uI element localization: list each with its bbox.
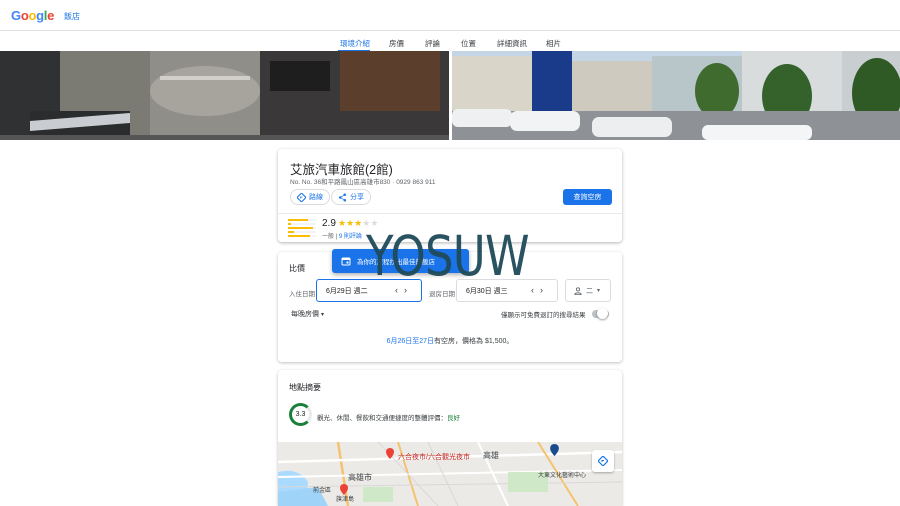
calendar-icon xyxy=(341,257,351,266)
map-label: 前金區 xyxy=(313,488,332,494)
map-label: 旗津島 xyxy=(336,497,355,503)
share-button[interactable]: 分享 xyxy=(331,189,371,205)
location-score-text: 觀光、休閒、餐飲和交通便捷度的整體評價：良好 xyxy=(317,412,460,422)
star-icon: ★ xyxy=(346,218,355,228)
map-label: 大東文化藝術中心 xyxy=(538,473,587,479)
nightly-label: 每晚房價 xyxy=(291,311,319,318)
tab-photos[interactable]: 相片 xyxy=(546,38,561,49)
hotel-pin-icon[interactable] xyxy=(550,444,559,456)
map-label: 高雄 xyxy=(483,451,499,460)
rating-histogram xyxy=(288,219,316,239)
checkin-label: 入住日期 xyxy=(289,291,315,298)
availability-range-link[interactable]: 6月26日至27日 xyxy=(387,338,434,345)
map-pin-icon[interactable] xyxy=(386,448,394,459)
location-score: 3.3 xyxy=(295,411,306,418)
location-score-verdict: 良好 xyxy=(447,415,460,422)
share-label: 分享 xyxy=(350,194,364,201)
top-bar: Google 飯店 xyxy=(0,0,900,30)
directions-button[interactable]: 路線 xyxy=(290,189,330,205)
guests-value: 二 xyxy=(586,287,593,295)
street-photo-image xyxy=(452,51,900,140)
directions-icon xyxy=(598,456,608,466)
rating-value: 2.9 xyxy=(322,218,336,229)
check-availability-button[interactable]: 查詢空房 xyxy=(563,189,612,205)
guests-selector[interactable]: 二 ▾ xyxy=(565,279,611,302)
toggle-knob xyxy=(597,308,608,319)
checkin-date-value: 6月29日 週二 xyxy=(326,287,368,295)
directions-icon xyxy=(297,192,306,202)
free-cancel-label: 僅顯示可免費退訂的搜尋結果 xyxy=(501,312,586,319)
logo-letter: e xyxy=(47,8,55,23)
logo-letter: o xyxy=(28,8,37,23)
availability-text: 有空房，價格為 $1,500。 xyxy=(434,338,514,345)
divider xyxy=(278,213,622,214)
hotel-address: No. No. 36和平路鳳山區高雄市830 · 0929 863 911 xyxy=(290,179,436,186)
tab-overview[interactable]: 環境介紹 xyxy=(340,38,370,49)
star-icon: ★ xyxy=(338,218,347,228)
watermark-text: YOSUW xyxy=(366,224,530,288)
reviews-link[interactable]: 9 則評論 xyxy=(339,234,362,240)
logo-letter: G xyxy=(11,8,21,23)
chevron-down-icon: ▾ xyxy=(320,312,324,318)
location-score-ring: 3.3 xyxy=(289,403,312,426)
rating-summary: 一般 | 9 則評論 xyxy=(322,234,362,240)
map-preview[interactable]: 六合夜市/六合觀光夜市 高雄 高雄市 大東文化藝術中心 旗津島 前金區 xyxy=(278,442,622,506)
map-directions-button[interactable] xyxy=(592,450,614,472)
map-label: 六合夜市/六合觀光夜市 xyxy=(398,454,470,461)
person-icon xyxy=(574,286,582,295)
nightly-price-dropdown[interactable]: 每晚房價 ▾ xyxy=(291,309,324,319)
checkout-label: 退房日期 xyxy=(429,291,455,298)
tab-bar: 環境介紹 房價 評論 位置 詳細資訊 相片 xyxy=(0,30,900,52)
rating-histogram-bar xyxy=(288,231,316,233)
directions-label: 路線 xyxy=(309,194,323,201)
logo-letter: g xyxy=(36,8,44,23)
price-section-title: 比價 xyxy=(289,264,305,273)
rating-category: 一般 xyxy=(322,234,335,240)
location-summary-card: 地點摘要 3.3 觀光、休閒、餐飲和交通便捷度的整體評價：良好 六合夜市/六合觀… xyxy=(278,370,622,506)
tab-details[interactable]: 詳細資訊 xyxy=(497,38,527,49)
map-pin-icon[interactable] xyxy=(340,484,348,495)
date-nav-arrows[interactable]: ‹› xyxy=(531,285,549,295)
building-photo-image xyxy=(0,51,449,140)
free-cancel-toggle[interactable] xyxy=(592,308,609,319)
location-score-description: 觀光、休閒、餐飲和交通便捷度的整體評價： xyxy=(317,415,447,422)
rating-histogram-bar xyxy=(288,223,316,225)
chevron-down-icon: ▾ xyxy=(597,288,601,294)
rating-histogram-bar xyxy=(288,219,316,221)
rating-histogram-bar xyxy=(288,227,316,229)
hotel-photo-right[interactable] xyxy=(452,51,900,140)
tab-reviews[interactable]: 評論 xyxy=(425,38,440,49)
map-label: 高雄市 xyxy=(348,473,372,482)
tab-location[interactable]: 位置 xyxy=(461,38,476,49)
section-label[interactable]: 飯店 xyxy=(64,11,80,22)
tab-prices[interactable]: 房價 xyxy=(389,38,404,49)
location-title: 地點摘要 xyxy=(289,383,321,392)
rating-histogram-bar xyxy=(288,235,316,237)
google-logo[interactable]: Google xyxy=(11,8,54,23)
share-icon xyxy=(338,193,347,201)
availability-message: 6月26日至27日有空房，價格為 $1,500。 xyxy=(278,336,622,346)
hotel-photo-left[interactable] xyxy=(0,51,449,140)
